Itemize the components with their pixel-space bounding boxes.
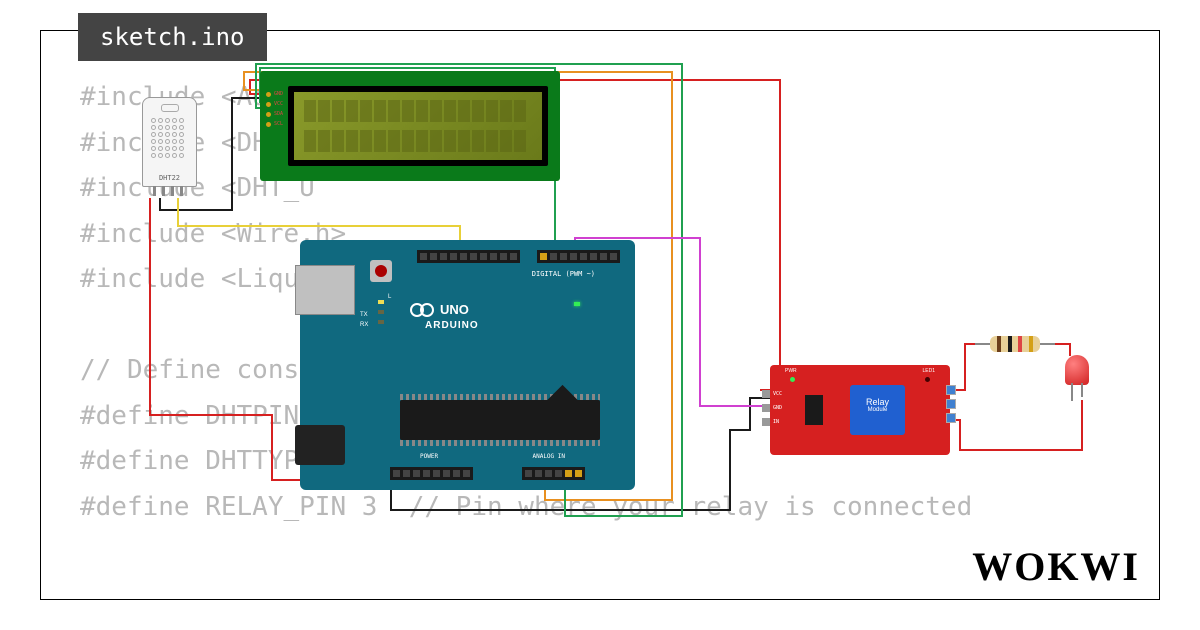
arduino-uno[interactable]: L TX RX UNO ARDUINO DIGITAL (PWM ~) POWE… <box>300 240 635 490</box>
led-on <box>574 302 580 306</box>
arduino-brand: ARDUINO <box>425 320 479 331</box>
usb-port <box>295 265 355 315</box>
file-tab[interactable]: sketch.ino <box>78 13 267 61</box>
filename: sketch.ino <box>100 23 245 51</box>
led-rx <box>378 320 384 324</box>
relay-module[interactable]: PWR LED1 VCC GND IN Relay Module <box>770 365 950 455</box>
relay-status-led <box>925 377 930 382</box>
relay-output-terminals <box>946 385 956 423</box>
wokwi-logo: WOKWI <box>972 543 1140 590</box>
lcd-module[interactable]: GND VCC SDA SCL <box>260 71 560 181</box>
power-header[interactable] <box>390 467 473 480</box>
resistor[interactable] <box>990 336 1040 352</box>
relay-pwr-led <box>790 377 795 382</box>
relay-ic <box>805 395 823 425</box>
lcd-pin-header: GND VCC SDA SCL <box>266 91 283 127</box>
arduino-logo: UNO <box>410 302 469 317</box>
power-jack <box>295 425 345 465</box>
relay-coil-block: Relay Module <box>850 385 905 435</box>
resistor-band-3 <box>1018 336 1022 352</box>
resistor-band-4 <box>1029 336 1033 352</box>
relay-input-pins: VCC GND IN <box>762 390 782 426</box>
led-tx <box>378 310 384 314</box>
lcd-screen <box>294 92 542 160</box>
dht-label: DHT22 <box>143 174 196 182</box>
resistor-band-1 <box>997 336 1001 352</box>
resistor-band-2 <box>1008 336 1012 352</box>
digital-header-label: DIGITAL (PWM ~) <box>532 270 595 278</box>
analog-header[interactable] <box>522 467 585 480</box>
digital-header-2[interactable] <box>537 250 620 263</box>
led-l <box>378 300 384 304</box>
led-component[interactable] <box>1065 355 1089 385</box>
reset-button[interactable] <box>370 260 392 282</box>
dht22-sensor[interactable]: DHT22 <box>142 97 197 187</box>
led-bulb <box>1065 355 1089 385</box>
digital-header-1[interactable] <box>417 250 520 263</box>
lcd-bezel <box>288 86 548 166</box>
